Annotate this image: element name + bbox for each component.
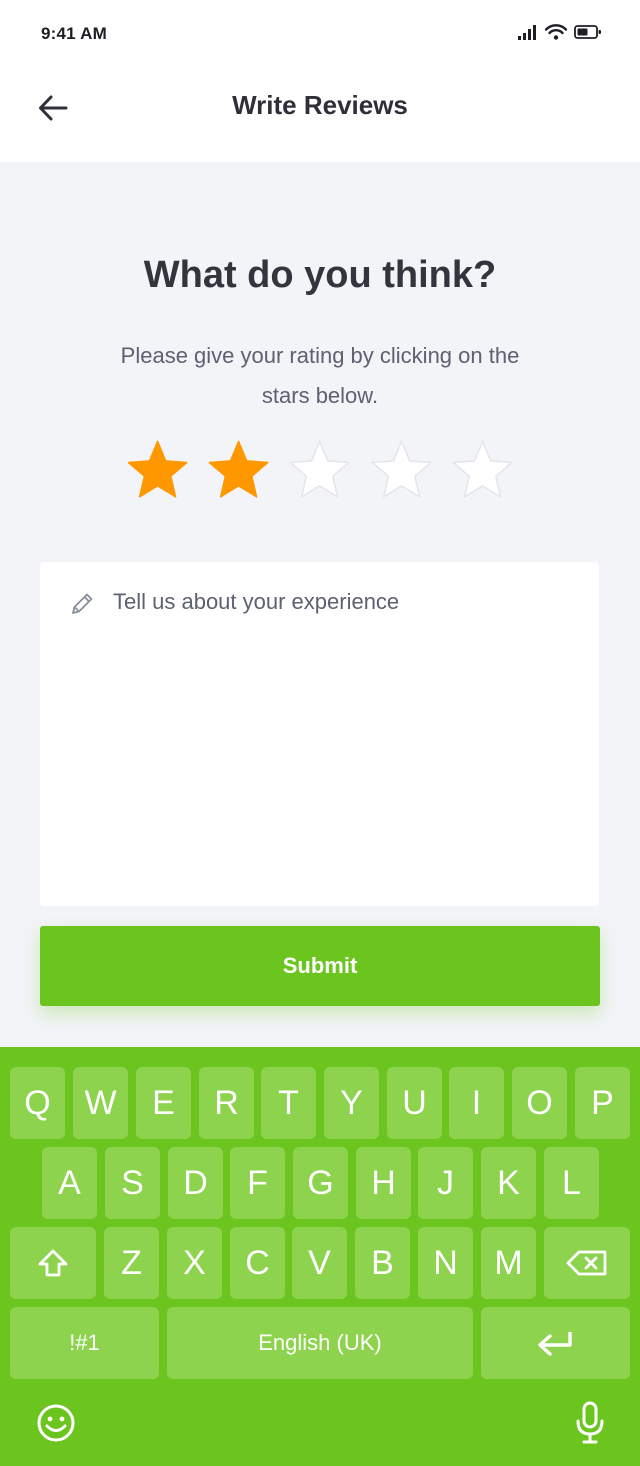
enter-icon: [537, 1332, 572, 1356]
key-i[interactable]: I: [449, 1067, 504, 1139]
key-p[interactable]: P: [575, 1067, 630, 1139]
status-icons: [518, 24, 602, 40]
key-v[interactable]: V: [292, 1227, 347, 1299]
key-y[interactable]: Y: [324, 1067, 379, 1139]
review-content: What do you think? Please give your rati…: [0, 162, 640, 1047]
backspace-icon: [566, 1250, 607, 1276]
enter-key[interactable]: [481, 1307, 630, 1379]
star-1-filled[interactable]: [124, 438, 191, 506]
rating-instruction: Please give your rating by clicking on t…: [120, 343, 520, 408]
backspace-key[interactable]: [544, 1227, 630, 1299]
key-h[interactable]: H: [356, 1147, 411, 1219]
page-title: Write Reviews: [232, 90, 408, 120]
key-m[interactable]: M: [481, 1227, 536, 1299]
star-5-empty[interactable]: [449, 438, 516, 506]
key-w[interactable]: W: [73, 1067, 128, 1139]
status-bar: 9:41 AM: [0, 0, 640, 70]
key-j[interactable]: J: [418, 1147, 473, 1219]
key-l[interactable]: L: [544, 1147, 599, 1219]
key-r[interactable]: R: [199, 1067, 254, 1139]
star-3-empty[interactable]: [286, 438, 353, 506]
emoji-icon[interactable]: [36, 1403, 76, 1443]
key-t[interactable]: T: [261, 1067, 316, 1139]
wifi-icon: [545, 24, 567, 40]
key-e[interactable]: E: [136, 1067, 191, 1139]
key-f[interactable]: F: [230, 1147, 285, 1219]
star-4-empty[interactable]: [368, 438, 435, 506]
pencil-icon: [72, 593, 93, 614]
shift-icon: [38, 1249, 68, 1277]
question-heading: What do you think?: [143, 254, 497, 296]
star-2-filled[interactable]: [205, 438, 272, 506]
keyboard: Q W E R T Y U I O P A S D F G H J K L Z …: [0, 1047, 640, 1466]
submit-button[interactable]: Submit: [40, 926, 600, 1006]
key-b[interactable]: B: [355, 1227, 410, 1299]
key-d[interactable]: D: [168, 1147, 223, 1219]
status-time: 9:41 AM: [41, 24, 107, 43]
key-q[interactable]: Q: [10, 1067, 65, 1139]
signal-icon: [518, 25, 536, 40]
app-header: Write Reviews: [0, 70, 640, 162]
key-z[interactable]: Z: [104, 1227, 159, 1299]
star-rating: [124, 438, 516, 510]
key-c[interactable]: C: [230, 1227, 285, 1299]
key-u[interactable]: U: [387, 1067, 442, 1139]
key-s[interactable]: S: [105, 1147, 160, 1219]
review-placeholder: Tell us about your experience: [113, 589, 400, 614]
key-n[interactable]: N: [418, 1227, 473, 1299]
battery-icon: [574, 25, 601, 39]
symbols-key[interactable]: !#1: [10, 1307, 159, 1379]
space-key[interactable]: English (UK): [167, 1307, 473, 1379]
review-textarea[interactable]: Tell us about your experience: [40, 562, 599, 906]
microphone-icon[interactable]: [575, 1401, 605, 1445]
key-k[interactable]: K: [481, 1147, 536, 1219]
key-x[interactable]: X: [167, 1227, 222, 1299]
shift-key[interactable]: [10, 1227, 96, 1299]
key-o[interactable]: O: [512, 1067, 567, 1139]
key-a[interactable]: A: [42, 1147, 97, 1219]
key-g[interactable]: G: [293, 1147, 348, 1219]
